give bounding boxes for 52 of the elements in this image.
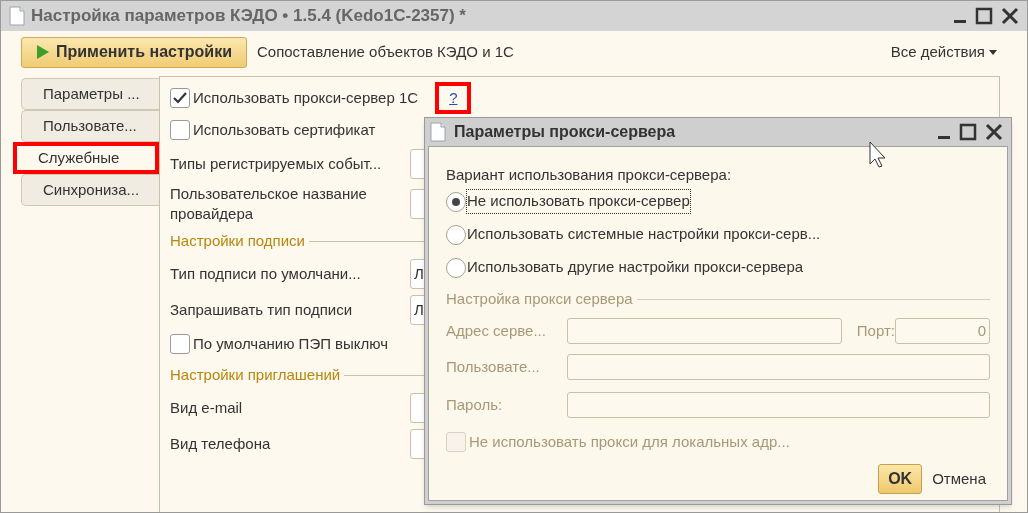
document-icon [430,122,446,142]
field-label: Запрашивать тип подписи [170,300,354,320]
field-label: Адрес серве... [446,320,547,341]
caret-icon [989,49,997,55]
group-title: Настройки приглашений [170,364,341,385]
radio-button[interactable] [446,257,466,278]
radio-label[interactable]: Не использовать прокси-сервер [467,190,690,213]
group-title: Настройка прокси сервера [446,288,633,309]
field-label: Пароль: [446,394,504,415]
ok-button[interactable]: OK [878,464,923,494]
field-label: Пользовате... [446,356,541,377]
document-icon [9,6,25,26]
cancel-button[interactable]: Отмена [932,464,990,494]
checkbox-label: Использовать сертификат [193,119,376,140]
play-icon [36,44,50,60]
tab[interactable]: Синхрониза... [21,174,159,206]
checkbox[interactable] [170,334,190,354]
close-icon[interactable] [985,123,1003,141]
tab[interactable]: Параметры ... [21,78,159,110]
tab[interactable]: Служебные [13,142,159,174]
field-label: Вид e-mail [170,398,244,418]
checkbox-label: По умолчанию ПЭП выключ [193,333,389,354]
tab[interactable]: Пользовате... [21,110,159,142]
checkbox-label: Использовать прокси-сервер 1С [193,87,419,108]
radio-label[interactable]: Использовать другие настройки прокси-сервера [467,256,804,279]
address-field[interactable] [567,318,842,344]
radio-button[interactable] [446,191,466,212]
group-title: Настройки подписи [170,230,305,251]
field-label: Пользовательское название провайдера [170,184,368,224]
apply-button[interactable]: Применить настройки [21,36,247,68]
password-field[interactable] [567,392,990,418]
window-title: Настройка параметров КЭДО • 1.5.4 (Kedo1C-2357) * [31,5,467,28]
dialog-title: Параметры прокси-сервера [454,122,677,142]
all-actions-menu[interactable]: Все действия [890,40,1007,64]
mapping-link[interactable]: Сопоставление объектов КЭДО и 1С [257,40,881,64]
checkbox-label: Не использовать прокси для локальных адр... [469,431,790,452]
field-label: Тип подписи по умолчани... [170,264,362,284]
field-label: Вид телефона [170,434,272,454]
prompt-label: Вариант использования прокси-сервера: [446,165,733,185]
field-label: Типы регистрируемых событ... [170,154,383,174]
close-icon[interactable] [1001,7,1019,25]
user-field[interactable] [567,354,990,380]
mouse-cursor-icon [869,141,889,169]
field-label: Порт: [856,320,895,341]
radio-button[interactable] [446,224,466,245]
maximize-icon[interactable] [959,123,977,141]
checkbox[interactable] [170,88,190,108]
checkbox[interactable] [170,120,190,140]
radio-label[interactable]: Использовать системные настройки прокси-серв... [467,223,821,246]
help-link[interactable]: ? [435,81,472,115]
maximize-icon[interactable] [975,7,993,25]
checkbox[interactable] [446,432,466,452]
